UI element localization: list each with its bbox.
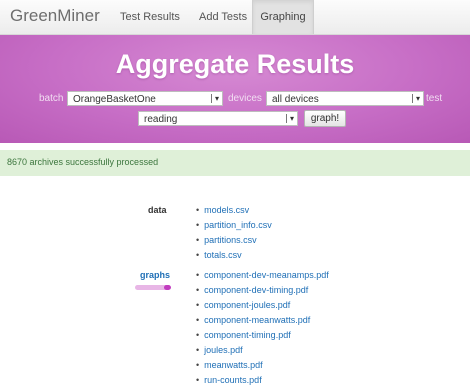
metric-select-value: reading [144,114,178,125]
chevron-down-icon: ▾ [211,94,219,103]
graphs-section-label: graphs [140,270,171,280]
page-title: Aggregate Results [115,49,355,79]
file-link-partitions-csv[interactable]: partitions.csv [196,235,257,245]
devices-select-value: all devices [272,94,319,105]
graph-button[interactable]: graph! [304,110,346,127]
chevron-down-icon: ▾ [286,114,294,123]
navbar: GreenMiner Test Results Add Tests Graphi… [0,0,470,35]
file-link-totals-csv[interactable]: totals.csv [196,250,242,260]
nav-add-tests[interactable]: Add Tests [199,0,247,34]
metric-select[interactable]: reading ▾ [138,111,298,126]
success-alert: 8670 archives successfully processed [0,150,470,176]
batch-select[interactable]: OrangeBasketOne ▾ [67,91,223,106]
brand-logo[interactable]: GreenMiner [10,6,100,26]
devices-select[interactable]: all devices ▾ [266,91,424,106]
graphs-progress-fill [163,285,171,290]
batch-select-value: OrangeBasketOne [73,94,156,105]
file-link-component-dev-timing[interactable]: component-dev-timing.pdf [196,285,308,295]
file-link-partition-info-csv[interactable]: partition_info.csv [196,220,272,230]
file-link-run-counts[interactable]: run-counts.pdf [196,375,262,385]
file-link-component-joules[interactable]: component-joules.pdf [196,300,290,310]
file-link-joules[interactable]: joules.pdf [196,345,243,355]
graphs-progress-bar [135,285,171,290]
file-link-component-timing[interactable]: component-timing.pdf [196,330,291,340]
nav-graphing[interactable]: Graphing [252,0,314,34]
hero-banner: Aggregate Results batch OrangeBasketOne … [0,35,470,143]
test-label: test [426,93,443,104]
devices-label: devices [228,93,262,104]
file-link-meanwatts[interactable]: meanwatts.pdf [196,360,263,370]
alert-text: 8670 archives successfully processed [7,157,159,167]
file-link-models-csv[interactable]: models.csv [196,205,249,215]
batch-label: batch [39,93,64,104]
data-section-label: data [148,205,167,215]
nav-test-results[interactable]: Test Results [120,0,180,34]
chevron-down-icon: ▾ [412,94,420,103]
file-link-component-dev-meanamps[interactable]: component-dev-meanamps.pdf [196,270,329,280]
file-link-component-meanwatts[interactable]: component-meanwatts.pdf [196,315,310,325]
